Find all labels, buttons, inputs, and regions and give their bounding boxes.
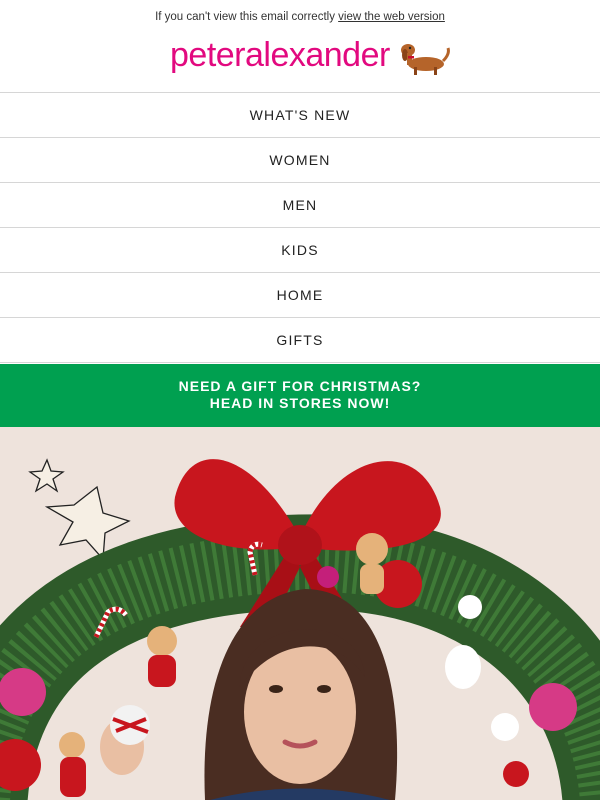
main-navigation: WHAT'S NEW WOMEN MEN KIDS HOME GIFTS (0, 92, 600, 363)
preheader: If you can't view this email correctly v… (0, 0, 600, 34)
brand-logo[interactable]: peteralexander (170, 34, 390, 76)
nav-item-whats-new[interactable]: WHAT'S NEW (0, 93, 600, 138)
hero-image[interactable] (0, 427, 600, 800)
ornament-icon (0, 668, 46, 716)
web-version-link[interactable]: view the web version (338, 11, 445, 23)
nav-item-men[interactable]: MEN (0, 183, 600, 228)
small-star-icon (28, 458, 65, 493)
christmas-wreath-portrait-image (0, 458, 600, 800)
christmas-promo-banner[interactable]: NEED A GIFT FOR CHRISTMAS? HEAD IN STORE… (0, 364, 600, 427)
nav-item-women[interactable]: WOMEN (0, 138, 600, 183)
dachshund-logo-icon (401, 44, 450, 75)
nav-item-gifts[interactable]: GIFTS (0, 318, 600, 363)
logo-row[interactable]: peteralexander (0, 34, 600, 86)
email-page: If you can't view this email correctly v… (0, 0, 600, 800)
banner-line-1: NEED A GIFT FOR CHRISTMAS? (178, 378, 422, 394)
nav-item-home[interactable]: HOME (0, 273, 600, 318)
nav-item-kids[interactable]: KIDS (0, 228, 600, 273)
preheader-text: If you can't view this email correctly (155, 11, 335, 23)
banner-line-2: HEAD IN STORES NOW! (209, 395, 391, 411)
